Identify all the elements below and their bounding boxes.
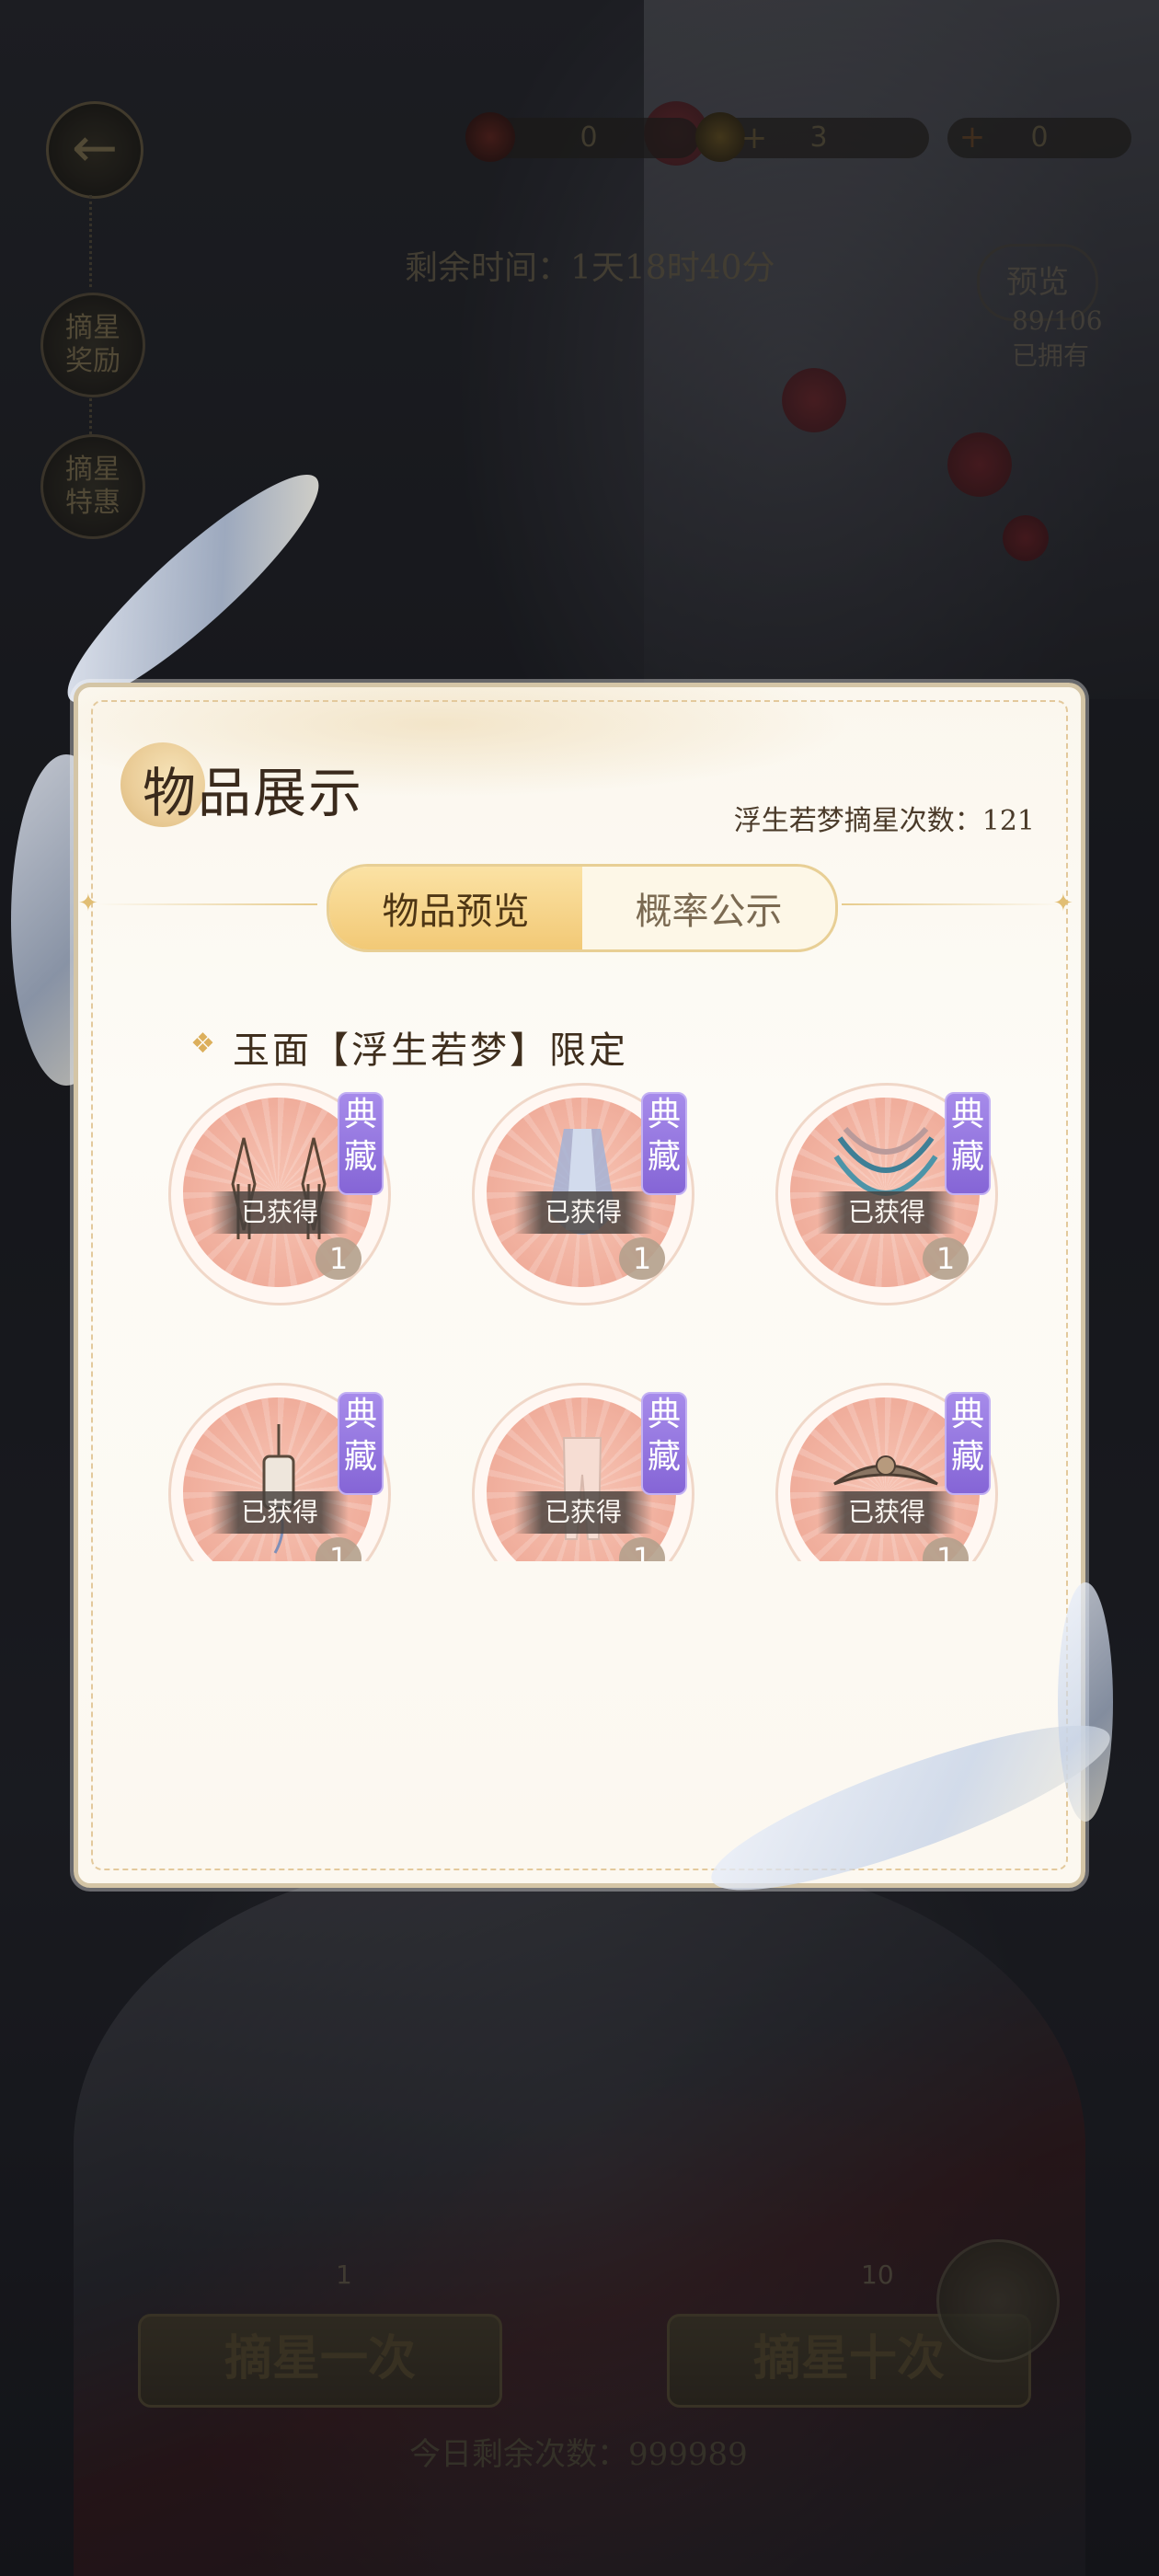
tab-label: 物品预览 <box>382 891 530 933</box>
dialog-title: 物品展示 <box>143 762 364 824</box>
obtained-label: 已获得 <box>514 1191 652 1234</box>
item-card[interactable]: 已获得 典藏 1 <box>472 1083 694 1305</box>
obtained-label: 已获得 <box>211 1191 349 1234</box>
collection-badge: 典藏 <box>641 1092 687 1195</box>
obtained-label: 已获得 <box>818 1191 956 1234</box>
item-grid[interactable]: 已获得 典藏 1 已获得 典藏 1 已获得 典藏 1 已获得 典藏 1 已获得 … <box>78 1083 1081 1561</box>
tab-label: 概率公示 <box>635 891 783 933</box>
tab-item-preview[interactable]: 物品预览 <box>329 867 582 949</box>
sparkle-icon: ✦ <box>1053 890 1073 917</box>
section-heading: 玉面【浮生若梦】限定 <box>189 1020 628 1074</box>
item-card[interactable]: 已获得 典藏 1 <box>775 1383 998 1561</box>
obtained-label: 已获得 <box>818 1491 956 1534</box>
necklace-icon <box>831 1120 941 1258</box>
sparkle-icon: ✦ <box>78 890 98 917</box>
item-quantity: 1 <box>923 1237 969 1280</box>
earrings-icon <box>224 1120 334 1258</box>
lantern-icon <box>224 1420 334 1558</box>
collection-badge: 典藏 <box>338 1392 384 1495</box>
collection-badge: 典藏 <box>338 1092 384 1195</box>
collection-badge: 典藏 <box>945 1392 991 1495</box>
item-quantity: 1 <box>316 1237 361 1280</box>
section-heading-text: 玉面【浮生若梦】限定 <box>233 1029 628 1072</box>
tab-bar: 物品预览 概率公示 <box>327 864 838 952</box>
veil-icon <box>527 1120 637 1258</box>
pull-count: 浮生若梦摘星次数：121 <box>733 805 1035 837</box>
headpiece-icon <box>831 1420 941 1558</box>
obtained-label: 已获得 <box>211 1491 349 1534</box>
divider <box>97 903 317 905</box>
item-card[interactable]: 已获得 典藏 1 <box>472 1383 694 1561</box>
pants-icon <box>527 1420 637 1558</box>
collection-badge: 典藏 <box>641 1392 687 1495</box>
item-card[interactable]: 已获得 典藏 1 <box>168 1083 391 1305</box>
item-showcase-dialog: 物品展示 浮生若梦摘星次数：121 ✦ ✦ 物品预览 概率公示 ❖ 玉面【浮生若… <box>74 683 1085 1888</box>
divider <box>842 903 1062 905</box>
item-card[interactable]: 已获得 典藏 1 <box>168 1383 391 1561</box>
item-quantity: 1 <box>619 1237 665 1280</box>
item-card[interactable]: 已获得 典藏 1 <box>775 1083 998 1305</box>
collection-badge: 典藏 <box>945 1092 991 1195</box>
tab-probability[interactable]: 概率公示 <box>582 867 835 949</box>
obtained-label: 已获得 <box>514 1491 652 1534</box>
